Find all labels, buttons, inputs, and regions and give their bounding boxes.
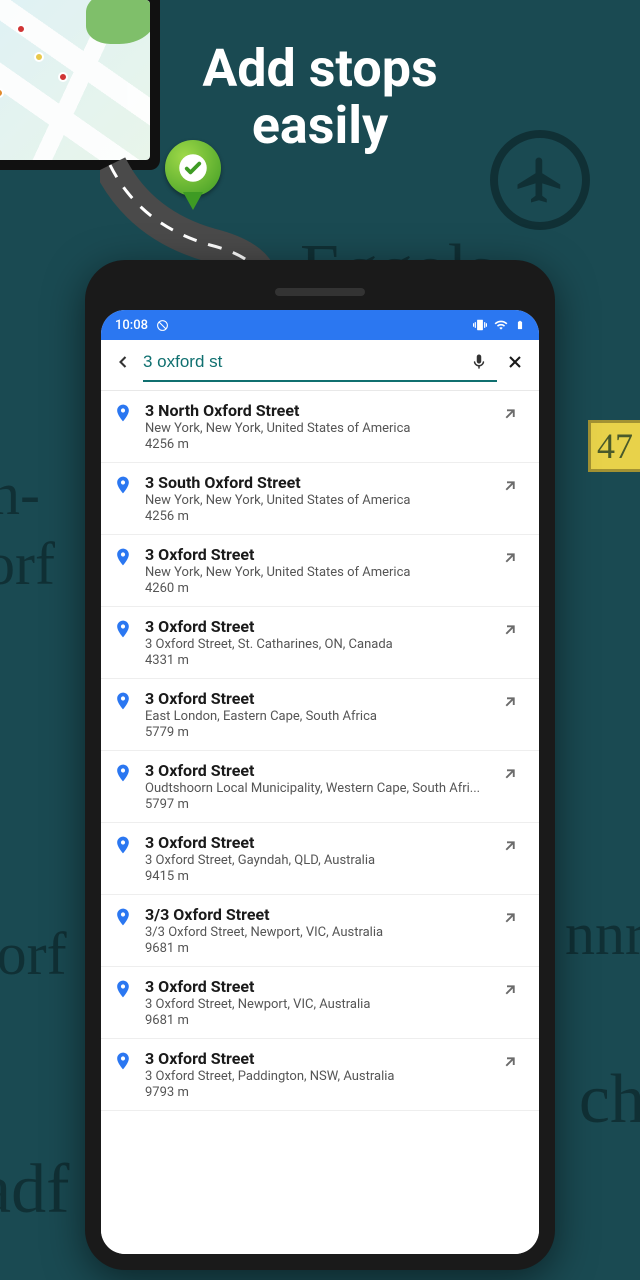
insert-arrow-icon[interactable] [501, 401, 523, 427]
phone-screen: 10:08 3 North Oxford StreetNew York, [101, 310, 539, 1254]
promo-headline: Add stops easily [0, 40, 640, 154]
result-distance: 9793 m [145, 1085, 491, 1100]
insert-arrow-icon[interactable] [501, 617, 523, 643]
highway-badge: 47 [588, 420, 640, 472]
location-pin-icon [113, 689, 135, 715]
location-pin-icon [113, 1049, 135, 1075]
search-input[interactable] [143, 348, 457, 376]
result-distance: 4331 m [145, 653, 491, 668]
result-subtitle: 3/3 Oxford Street, Newport, VIC, Austral… [145, 925, 491, 940]
insert-arrow-icon[interactable] [501, 545, 523, 571]
bg-text: n- [0, 460, 40, 529]
insert-arrow-icon[interactable] [501, 977, 523, 1003]
results-list: 3 North Oxford StreetNew York, New York,… [101, 391, 539, 1254]
phone-frame: 10:08 3 North Oxford StreetNew York, [85, 260, 555, 1270]
result-subtitle: 3 Oxford Street, Newport, VIC, Australia [145, 997, 491, 1012]
result-title: 3/3 Oxford Street [145, 905, 491, 924]
result-distance: 9681 m [145, 1013, 491, 1028]
insert-arrow-icon[interactable] [501, 761, 523, 787]
result-subtitle: New York, New York, United States of Ame… [145, 565, 491, 580]
result-distance: 4256 m [145, 437, 491, 452]
bg-text: orf [0, 530, 55, 599]
result-title: 3 Oxford Street [145, 977, 491, 996]
result-row[interactable]: 3 Oxford Street3 Oxford Street, Newport,… [101, 967, 539, 1039]
status-bar: 10:08 [101, 310, 539, 340]
location-pin-icon [113, 833, 135, 859]
status-time: 10:08 [115, 318, 148, 333]
result-subtitle: Oudtshoorn Local Municipality, Western C… [145, 781, 491, 796]
result-title: 3 North Oxford Street [145, 401, 491, 420]
wifi-icon [493, 318, 509, 332]
result-title: 3 Oxford Street [145, 1049, 491, 1068]
result-row[interactable]: 3 Oxford StreetEast London, Eastern Cape… [101, 679, 539, 751]
location-pin-icon [113, 545, 135, 571]
insert-arrow-icon[interactable] [501, 689, 523, 715]
result-row[interactable]: 3 Oxford Street3 Oxford Street, Gayndah,… [101, 823, 539, 895]
result-title: 3 South Oxford Street [145, 473, 491, 492]
result-subtitle: New York, New York, United States of Ame… [145, 493, 491, 508]
close-button[interactable] [501, 352, 529, 372]
result-subtitle: 3 Oxford Street, Gayndah, QLD, Australia [145, 853, 491, 868]
result-row[interactable]: 3 Oxford StreetOudtshoorn Local Municipa… [101, 751, 539, 823]
insert-arrow-icon[interactable] [501, 473, 523, 499]
result-subtitle: New York, New York, United States of Ame… [145, 421, 491, 436]
location-pin-icon [113, 977, 135, 1003]
mic-button[interactable] [465, 353, 493, 371]
result-row[interactable]: 3 North Oxford StreetNew York, New York,… [101, 391, 539, 463]
insert-arrow-icon[interactable] [501, 905, 523, 931]
vibrate-icon [473, 318, 487, 332]
bg-text: nnr [565, 900, 640, 969]
result-distance: 4260 m [145, 581, 491, 596]
insert-arrow-icon[interactable] [501, 1049, 523, 1075]
result-subtitle: East London, Eastern Cape, South Africa [145, 709, 491, 724]
result-row[interactable]: 3 Oxford Street3 Oxford Street, St. Cath… [101, 607, 539, 679]
result-row[interactable]: 3 Oxford Street3 Oxford Street, Paddingt… [101, 1039, 539, 1111]
result-distance: 5797 m [145, 797, 491, 812]
location-pin-icon [113, 905, 135, 931]
location-pin-icon [113, 617, 135, 643]
result-distance: 9415 m [145, 869, 491, 884]
no-disturb-icon [156, 319, 169, 332]
location-pin-icon [113, 761, 135, 787]
result-subtitle: 3 Oxford Street, Paddington, NSW, Austra… [145, 1069, 491, 1084]
checkmark-pin-icon [165, 140, 221, 196]
bg-text: lorf [0, 920, 67, 989]
result-row[interactable]: 3 South Oxford StreetNew York, New York,… [101, 463, 539, 535]
bg-text: ch [579, 1060, 640, 1140]
result-title: 3 Oxford Street [145, 833, 491, 852]
result-title: 3 Oxford Street [145, 761, 491, 780]
result-title: 3 Oxford Street [145, 617, 491, 636]
result-title: 3 Oxford Street [145, 545, 491, 564]
result-row[interactable]: 3/3 Oxford Street3/3 Oxford Street, Newp… [101, 895, 539, 967]
result-title: 3 Oxford Street [145, 689, 491, 708]
result-subtitle: 3 Oxford Street, St. Catharines, ON, Can… [145, 637, 491, 652]
insert-arrow-icon[interactable] [501, 833, 523, 859]
search-bar [101, 340, 539, 380]
result-distance: 4256 m [145, 509, 491, 524]
location-pin-icon [113, 473, 135, 499]
back-button[interactable] [111, 352, 135, 372]
battery-icon [515, 318, 525, 332]
location-pin-icon [113, 401, 135, 427]
result-distance: 9681 m [145, 941, 491, 956]
result-row[interactable]: 3 Oxford StreetNew York, New York, Unite… [101, 535, 539, 607]
bg-text: adf [0, 1150, 69, 1230]
result-distance: 5779 m [145, 725, 491, 740]
